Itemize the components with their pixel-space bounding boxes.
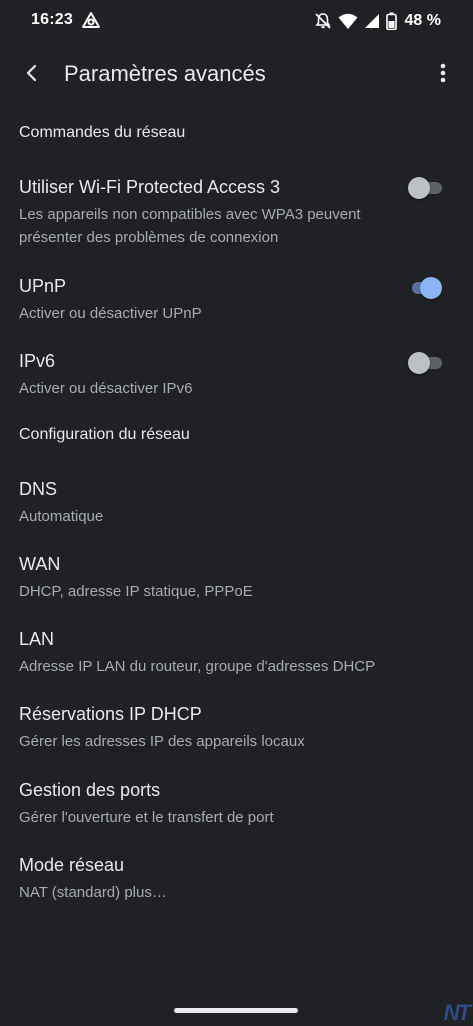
pref-title: Réservations IP DHCP xyxy=(19,704,202,724)
app-bar: Paramètres avancés xyxy=(0,44,473,106)
watermark-logo: NT xyxy=(443,1000,471,1025)
pref-title: Mode réseau xyxy=(19,855,125,875)
pref-summary: DHCP, adresse IP statique, PPPoE xyxy=(19,583,253,600)
pref-summary: Activer ou désactiver IPv6 xyxy=(19,380,193,397)
pref-title: Gestion des ports xyxy=(19,780,161,800)
pref-ipv6[interactable]: IPv6 Activer ou désactiver IPv6 xyxy=(0,351,473,401)
pref-summary: Adresse IP LAN du routeur, groupe d'adre… xyxy=(19,658,376,675)
pref-upnp[interactable]: UPnP Activer ou désactiver UPnP xyxy=(0,276,473,326)
switch-thumb xyxy=(408,177,430,199)
pref-port-management[interactable]: Gestion des ports Gérer l'ouverture et l… xyxy=(0,780,473,830)
switch-thumb xyxy=(420,277,442,299)
pref-summary: Activer ou désactiver UPnP xyxy=(19,305,202,322)
pref-dns[interactable]: DNS Automatique xyxy=(0,479,473,529)
wifi-icon xyxy=(338,12,358,30)
pref-title: DNS xyxy=(19,479,58,499)
pref-wan[interactable]: WAN DHCP, adresse IP statique, PPPoE xyxy=(0,554,473,604)
pref-summary: Gérer les adresses IP des appareils loca… xyxy=(19,733,305,750)
notifications-off-icon xyxy=(314,12,332,30)
pref-summary: Automatique xyxy=(19,508,104,525)
status-icons: 48 % xyxy=(314,10,441,32)
pref-lan[interactable]: LAN Adresse IP LAN du routeur, groupe d'… xyxy=(0,629,473,679)
pref-summary: NAT (standard) plus… xyxy=(19,884,167,901)
pref-network-mode[interactable]: Mode réseau NAT (standard) plus… xyxy=(0,855,473,905)
status-bar: 16:23 48 % xyxy=(0,0,473,42)
battery-icon xyxy=(385,12,397,30)
pref-summary: Gérer l'ouverture et le transfert de por… xyxy=(19,809,274,826)
cellular-signal-icon xyxy=(364,13,380,29)
pref-title: IPv6 xyxy=(19,351,56,371)
back-button[interactable] xyxy=(14,59,50,91)
pref-wpa3[interactable]: Utiliser Wi-Fi Protected Access 3 Les ap… xyxy=(0,177,473,247)
status-time: 16:23 xyxy=(31,11,73,28)
pref-dhcp-reservations[interactable]: Réservations IP DHCP Gérer les adresses … xyxy=(0,704,473,754)
page-title: Paramètres avancés xyxy=(64,61,266,86)
wpa3-toggle[interactable] xyxy=(408,176,442,200)
pref-title: WAN xyxy=(19,554,61,574)
sync-app-icon xyxy=(81,11,101,31)
pref-summary: Les appareils non compatibles avec WPA3 … xyxy=(19,206,361,246)
section-header-network-config: Configuration du réseau xyxy=(19,426,190,443)
gesture-navigation-bar[interactable] xyxy=(174,1008,298,1013)
switch-thumb xyxy=(408,352,430,374)
upnp-toggle[interactable] xyxy=(408,276,442,300)
more-vert-icon xyxy=(440,63,446,88)
pref-title: LAN xyxy=(19,629,55,649)
arrow-back-icon xyxy=(24,64,40,86)
pref-title: Utiliser Wi-Fi Protected Access 3 xyxy=(19,177,281,197)
more-options-button[interactable] xyxy=(427,59,459,91)
pref-title: UPnP xyxy=(19,276,67,296)
battery-percent: 48 % xyxy=(404,12,441,29)
ipv6-toggle[interactable] xyxy=(408,351,442,375)
section-header-network-controls: Commandes du réseau xyxy=(19,124,186,141)
